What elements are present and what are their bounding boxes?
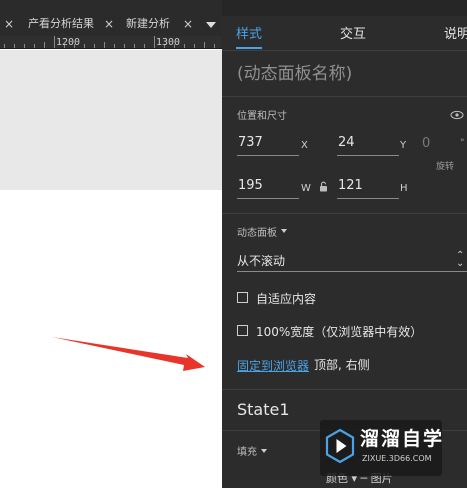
full-width-checkbox[interactable] [237, 325, 248, 336]
panel-name-field[interactable]: (动态面板名称) [237, 63, 352, 85]
full-width-label: 100%宽度（仅浏览器中有效） [256, 325, 423, 339]
chevron-down-icon[interactable] [281, 229, 287, 233]
watermark: 溜溜自学 ZIXUE.3D66.COM [320, 420, 442, 476]
pin-position-value: 顶部, 右侧 [314, 358, 370, 372]
scroll-behavior-select[interactable]: 从不滚动 [237, 252, 467, 272]
fill-label: 填充 [237, 447, 257, 458]
h-unit-label: H [400, 183, 408, 194]
active-tab-indicator [236, 47, 262, 49]
fit-content-checkbox[interactable] [237, 292, 248, 303]
watermark-url: ZIXUE.3D66.COM [362, 454, 432, 463]
state-name[interactable]: State1 [237, 400, 290, 420]
tab-style[interactable]: 样式 [236, 27, 262, 43]
position-size-label: 位置和尺寸 [237, 111, 287, 122]
width-input[interactable]: 195 [237, 177, 299, 199]
watermark-title: 溜溜自学 [360, 428, 445, 450]
chevron-down-icon[interactable] [261, 449, 267, 453]
tab-interaction[interactable]: 交互 [340, 27, 366, 43]
lock-aspect-icon[interactable] [319, 181, 328, 192]
fit-content-label: 自适应内容 [256, 292, 317, 306]
tab-notes[interactable]: 说明 [444, 27, 467, 43]
w-unit-label: W [301, 183, 311, 194]
y-unit-label: Y [400, 140, 407, 151]
select-arrows-icon[interactable]: ⌃ ⌄ [456, 251, 464, 269]
rotation-degree-unit: ° [460, 138, 465, 148]
rotation-input[interactable]: 0 [422, 136, 430, 152]
rotation-label: 旋转 [436, 162, 455, 172]
x-input[interactable]: 737 [237, 134, 299, 156]
height-input[interactable]: 121 [337, 177, 399, 199]
x-unit-label: X [301, 140, 308, 151]
play-logo-icon [325, 428, 355, 464]
inspector-panel: 样式 交互 说明 (动态面板名称) 位置和尺寸 737 X 24 Y 0 ° 旋… [222, 0, 467, 488]
eye-icon[interactable] [450, 110, 464, 120]
y-input[interactable]: 24 [337, 134, 399, 156]
pin-to-browser-link[interactable]: 固定到浏览器 [237, 359, 309, 373]
dynamic-panel-label[interactable]: 动态面板 [237, 228, 277, 240]
